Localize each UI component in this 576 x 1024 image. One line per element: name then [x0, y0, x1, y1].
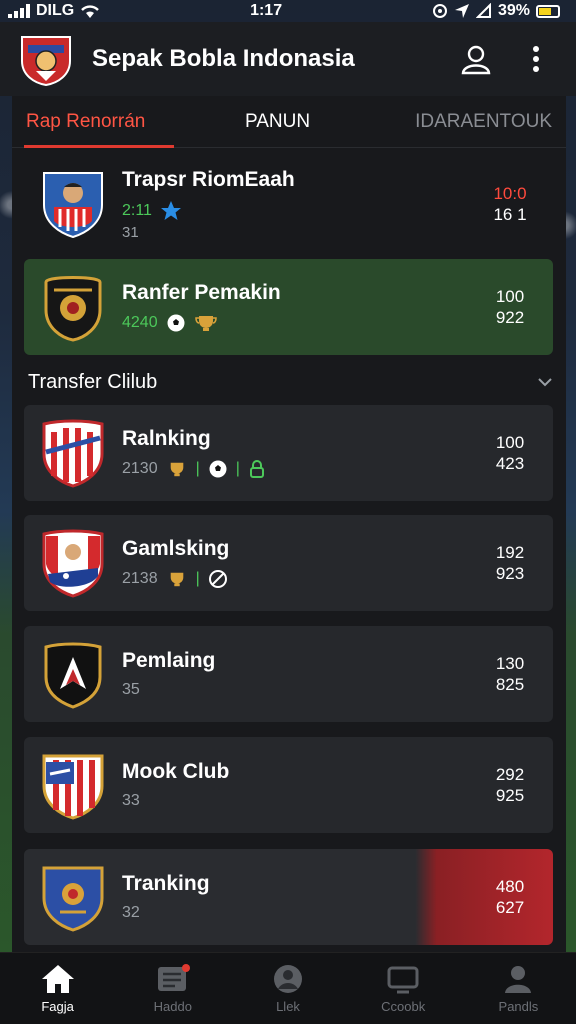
club-crest-icon [42, 529, 104, 598]
club-crest-icon [44, 276, 102, 342]
section-title: Transfer Clilub [28, 370, 158, 393]
stat-bottom: 925 [495, 786, 525, 805]
more-vertical-icon [533, 46, 539, 72]
club-name: Tranking [122, 872, 210, 895]
club-crest-icon [42, 419, 104, 488]
main-panel: Rap Renorrán PANUN IDARAENTOUK Trapsr Ri… [12, 96, 566, 952]
stat-bottom: 922 [495, 308, 525, 327]
app-title: Sepak Bobla Indonasia [92, 45, 355, 72]
separator: | [195, 460, 200, 477]
status-bar: DILG 1:17 39% [0, 0, 576, 22]
club-score: 2:11 [122, 201, 152, 219]
battery-icon [536, 4, 560, 18]
nav-label: Fagja [41, 999, 74, 1014]
star-icon [160, 200, 181, 220]
section-header[interactable]: Transfer Clilub [28, 370, 553, 394]
separator: | [235, 460, 240, 477]
location-icon [454, 4, 469, 18]
stat-top: 100 [495, 287, 525, 306]
battery-percent: 39% [497, 2, 530, 19]
home-icon [41, 965, 74, 993]
trophy-icon [170, 462, 183, 477]
tv-icon [387, 966, 419, 994]
nav-label: Haddo [153, 999, 192, 1014]
clock: 1:17 [250, 2, 283, 19]
app-logo-icon [21, 36, 71, 87]
nav-news[interactable]: Haddo [115, 953, 230, 1024]
nav-tv[interactable]: Ccoobk [346, 953, 461, 1024]
carrier-text: DILG [36, 2, 75, 19]
nav-home[interactable]: Fagja [0, 953, 115, 1024]
chevron-down-icon [538, 378, 552, 387]
club-crest-icon [42, 754, 104, 820]
soccer-ball-icon [167, 314, 185, 332]
tab-bar: Rap Renorrán PANUN IDARAENTOUK [12, 96, 566, 148]
more-options-button[interactable] [514, 37, 558, 81]
club-card[interactable]: Mook Club 33 292 925 [24, 737, 553, 833]
club-name: Gamlsking [122, 537, 230, 560]
club-crest-icon [43, 172, 103, 239]
at-icon [432, 4, 447, 18]
club-crest-icon [44, 642, 102, 709]
club-card-highlighted[interactable]: Ranfer Pemakin 4240 100 922 [24, 259, 553, 355]
nav-label: Ccoobk [381, 999, 426, 1014]
wifi-icon [81, 4, 100, 18]
club-card-highlighted[interactable]: Tranking 32 480 627 [24, 849, 553, 945]
stat-top: 192 [495, 543, 525, 562]
stat-top: 130 [495, 654, 525, 673]
soccer-ball-icon [209, 460, 227, 478]
stat-bottom: 16 1 [493, 205, 527, 224]
club-score: 2138 [122, 570, 158, 587]
signal-icon [8, 4, 30, 18]
club-name: Mook Club [122, 760, 230, 783]
nav-label: Llek [276, 999, 300, 1014]
news-icon [157, 964, 190, 991]
stat-bottom: 627 [495, 898, 525, 917]
club-card[interactable]: Gamlsking 2138 | 192 923 [24, 515, 553, 611]
club-name: Ranfer Pemakin [122, 281, 281, 304]
club-score: 2130 [122, 460, 158, 477]
club-score: 33 [122, 792, 140, 809]
lock-icon [249, 460, 264, 478]
stat-top: 292 [495, 765, 525, 784]
profile-button[interactable] [454, 37, 498, 81]
stat-bottom: 423 [495, 454, 525, 473]
profile-icon [505, 966, 532, 993]
stat-top: 100 [495, 433, 525, 452]
club-card[interactable]: Pemlaing 35 130 825 [24, 626, 553, 722]
nav-label: Pandls [498, 999, 539, 1014]
club-score: 32 [122, 904, 140, 921]
separator: | [195, 570, 200, 587]
club-card[interactable]: Ralnking 2130 | | 100 423 [24, 405, 553, 501]
ball-icon [274, 965, 302, 993]
blocked-ball-icon [208, 570, 227, 588]
nav-profile[interactable]: Pandls [461, 953, 576, 1024]
signal-strength-icon [475, 3, 491, 18]
nav-ball[interactable]: Llek [230, 953, 345, 1024]
tab-1[interactable]: Rap Renorrán [12, 111, 197, 133]
stat-bottom: 825 [495, 675, 525, 694]
club-name: Trapsr RiomEaah [122, 167, 295, 191]
club-name: Ralnking [122, 427, 211, 450]
stat-top: 10:0 [493, 184, 527, 203]
stat-bottom: 923 [495, 564, 525, 583]
club-score: 4240 [122, 314, 158, 331]
tab-3[interactable]: IDARAENTOUK [367, 111, 566, 133]
club-score: 35 [122, 681, 140, 698]
stat-top: 480 [495, 877, 525, 896]
tab-2[interactable]: PANUN [197, 111, 367, 133]
user-icon [461, 45, 491, 75]
club-card[interactable]: Trapsr RiomEaah 2:11 31 10:0 16 1 [24, 156, 553, 252]
trophy-icon [194, 316, 217, 331]
bottom-navigation: Fagja Haddo Llek Ccoobk Pandls [0, 952, 576, 1024]
trophy-icon [170, 572, 183, 587]
club-rank: 31 [122, 223, 139, 241]
app-bar: Sepak Bobla Indonasia [0, 22, 576, 96]
club-crest-icon [42, 866, 104, 932]
club-name: Pemlaing [122, 649, 216, 672]
active-tab-indicator [24, 145, 174, 148]
